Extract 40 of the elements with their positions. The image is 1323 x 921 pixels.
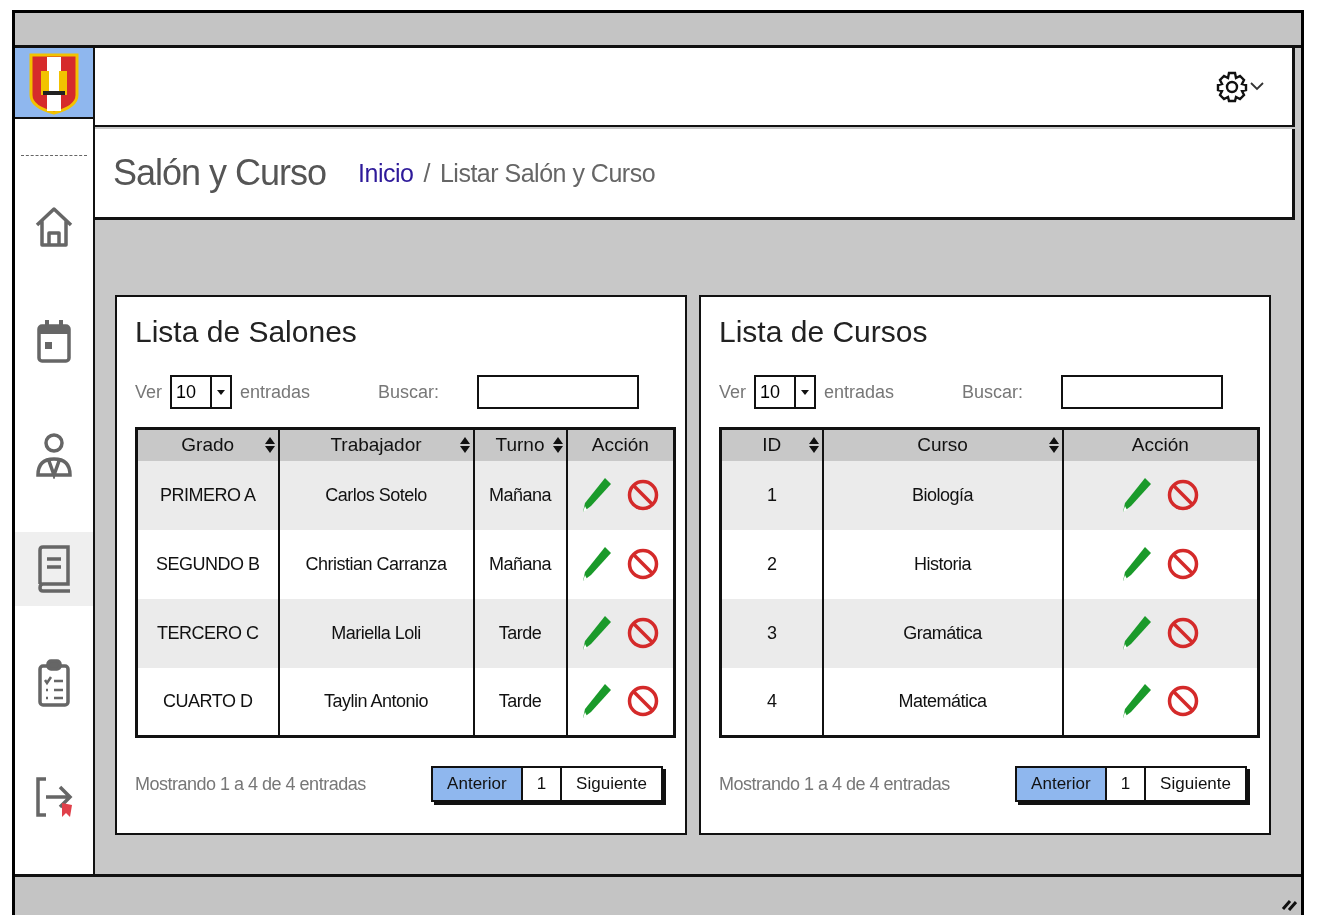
table-cell: Mañana	[473, 460, 567, 530]
table-cell: Taylin Antonio	[278, 667, 474, 737]
show-label: Ver	[135, 381, 163, 403]
table-cell: 1	[720, 460, 823, 530]
page-size-select[interactable]: 10	[170, 375, 233, 409]
entries-summary: Mostrando 1 a 4 de 4 entradas	[135, 773, 366, 795]
breadcrumb-link[interactable]: Inicio	[358, 158, 414, 188]
pagination-button[interactable]: Anterior	[1017, 768, 1107, 800]
column-header: Acción	[566, 428, 675, 461]
entries-summary: Mostrando 1 a 4 de 4 entradas	[719, 773, 950, 795]
entries-label: entradas	[824, 381, 895, 403]
search-label: Buscar:	[378, 381, 440, 403]
table-cell: CUARTO D	[136, 667, 279, 737]
column-header[interactable]: Trabajador	[278, 428, 474, 461]
table-cell: PRIMERO A	[136, 460, 279, 530]
table-cell: Biología	[822, 460, 1063, 530]
table-cell: Mariella Loli	[278, 598, 474, 668]
breadcrumb-item: /	[423, 158, 430, 188]
entries-label: entradas	[240, 381, 311, 403]
table-cell: Gramática	[822, 598, 1063, 668]
search-label: Buscar:	[962, 381, 1024, 403]
breadcrumb-item: Listar Salón y Curso	[439, 158, 656, 188]
table-cell: Carlos Sotelo	[278, 460, 474, 530]
table-cell: Matemática	[822, 667, 1063, 737]
table-cell: Tarde	[473, 667, 567, 737]
table-cell: Tarde	[473, 598, 567, 668]
table-cell: 3	[720, 598, 823, 668]
column-header[interactable]: Turno	[473, 428, 567, 461]
column-header[interactable]: Grado	[136, 428, 279, 461]
column-header[interactable]: Curso	[822, 428, 1063, 461]
column-header[interactable]: ID	[720, 428, 823, 461]
show-label: Ver	[719, 381, 747, 403]
pagination-button[interactable]: Anterior	[433, 768, 523, 800]
page-size-select[interactable]: 10	[754, 375, 817, 409]
column-header: Acción	[1062, 428, 1259, 461]
panel-title: Lista de Salones	[135, 315, 358, 349]
page-title: Salón y Curso	[113, 152, 327, 194]
panel-title: Lista de Cursos	[719, 315, 929, 349]
table-cell: 4	[720, 667, 823, 737]
table-cell: TERCERO C	[136, 598, 279, 668]
